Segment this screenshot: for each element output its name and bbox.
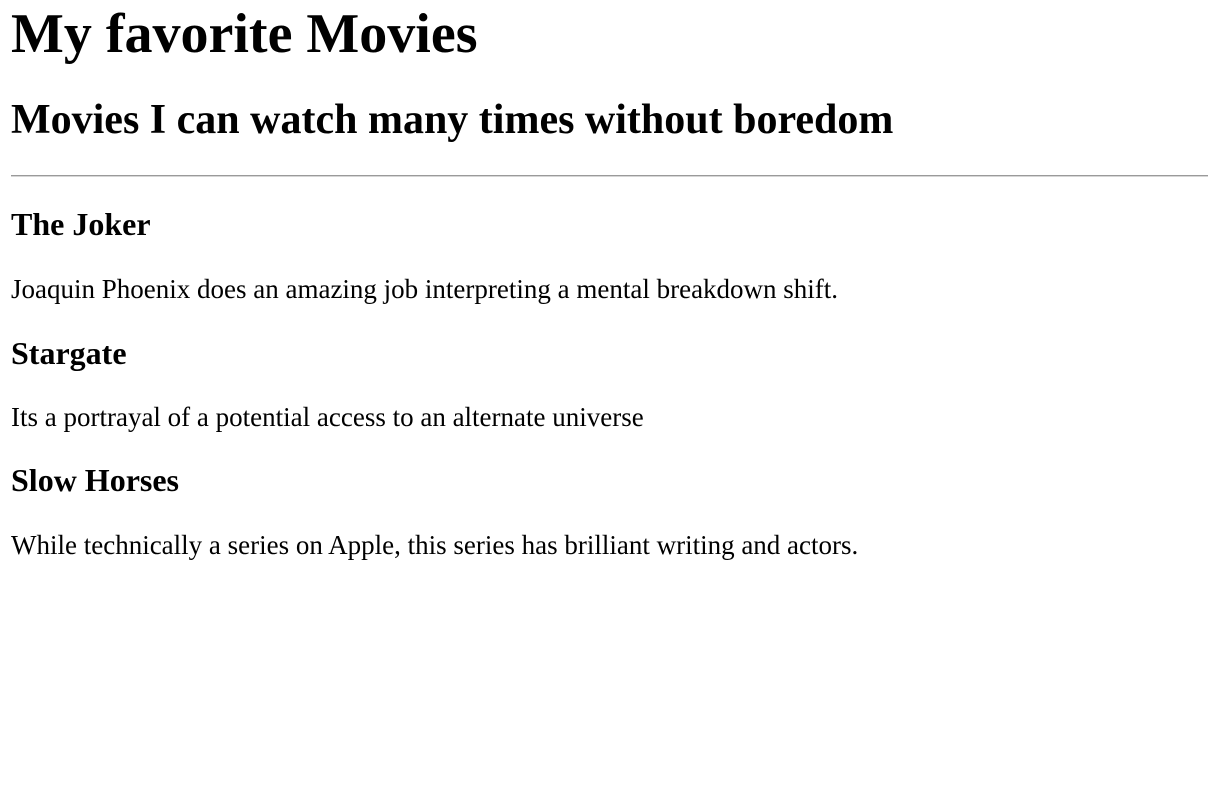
movie-title: The Joker (11, 206, 151, 243)
movie-title: Stargate (11, 334, 127, 371)
page-subtitle: Movies I can watch many times without bo… (11, 97, 894, 143)
movie-description: While technically a series on Apple, thi… (11, 529, 859, 560)
page-content: My favorite Movies Movies I can watch ma… (0, 6, 1218, 561)
movie-entry: The Joker Joaquin Phoenix does an amazin… (11, 206, 1208, 306)
movie-entry: Stargate Its a portrayal of a potential … (11, 334, 1208, 434)
movie-entry: Slow Horses While technically a series o… (11, 463, 1208, 561)
movie-title: Slow Horses (11, 462, 179, 499)
movie-description: Joaquin Phoenix does an amazing job inte… (11, 274, 839, 305)
movie-description: Its a portrayal of a potential access to… (11, 401, 644, 432)
page-title: My favorite Movies (11, 3, 478, 65)
divider (11, 175, 1208, 178)
